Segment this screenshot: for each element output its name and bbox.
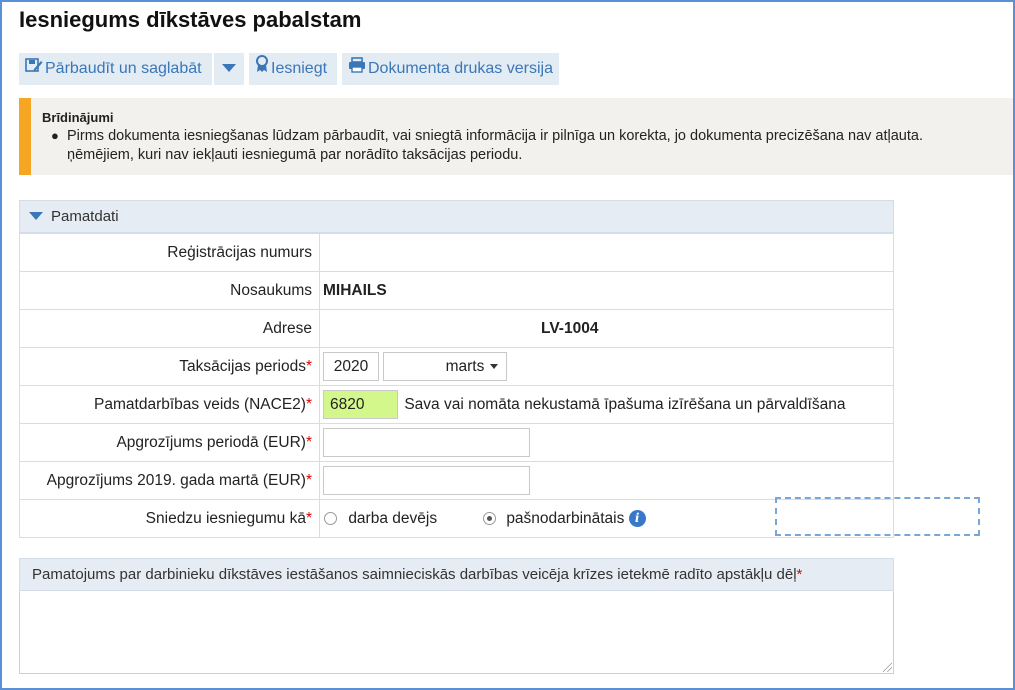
turnover-input[interactable] xyxy=(323,428,530,457)
name-label: Nosaukums xyxy=(19,271,320,310)
warning-line-1: Pirms dokumenta iesniegšanas lūdzam pārb… xyxy=(67,128,923,144)
radio-self-employed[interactable]: pašnodarbinātais i xyxy=(483,510,646,528)
turnover-label: Apgrozījums periodā (EUR) xyxy=(116,433,306,451)
form-row-nace: Pamatdarbības veids (NACE2)* 6820 Sava v… xyxy=(19,385,894,424)
basic-data-form: Reģistrācijas numurs Nosaukums MIHAILS A… xyxy=(19,233,980,538)
application-window: Iesniegums dīkstāves pabalstam Pārbaudīt… xyxy=(0,0,1015,690)
dropdown-arrow-icon xyxy=(490,364,499,370)
justification-section: Pamatojums par darbinieku dīkstāves iest… xyxy=(19,558,894,674)
print-version-button[interactable]: Dokumenta drukas versija xyxy=(342,53,559,85)
turnover-label-cell: Apgrozījums periodā (EUR)* xyxy=(19,423,320,462)
award-ribbon-icon xyxy=(255,53,269,85)
form-row-submitter: Sniedzu iesniegumu kā* darba devējs pašn… xyxy=(19,497,980,538)
resize-grip-icon[interactable] xyxy=(883,663,892,672)
period-month-select[interactable]: marts xyxy=(383,352,508,381)
form-row-turnover: Apgrozījums periodā (EUR)* xyxy=(19,423,894,462)
period-label: Taksācijas periods xyxy=(179,357,306,375)
nace-code-input[interactable]: 6820 xyxy=(323,390,398,419)
check-and-save-button[interactable]: Pārbaudīt un saglabāt xyxy=(19,53,212,85)
basic-data-section: Pamatdati Reģistrācijas numurs Nosaukums… xyxy=(19,200,980,538)
warning-bullet: ● xyxy=(51,128,59,143)
turnover-2019-input[interactable] xyxy=(323,466,530,495)
printer-icon xyxy=(348,53,366,85)
registration-value xyxy=(319,233,894,272)
period-month-value: marts xyxy=(445,358,485,375)
required-marker: * xyxy=(796,566,803,583)
submit-button[interactable]: Iesniegt xyxy=(249,53,337,85)
focus-outline xyxy=(775,497,980,536)
form-row-address: Adrese LV-1004 xyxy=(19,309,894,348)
justification-header: Pamatojums par darbinieku dīkstāves iest… xyxy=(19,558,894,591)
collapse-triangle-icon xyxy=(29,212,43,221)
basic-data-title: Pamatdati xyxy=(51,208,119,225)
justification-textarea[interactable] xyxy=(19,591,894,674)
radio-employer-circle[interactable] xyxy=(324,512,337,526)
turnover-2019-label-cell: Apgrozījums 2019. gada martā (EUR)* xyxy=(19,461,320,500)
warning-line-2: ņēmējiem, kuri nav iekļauti iesniegumā p… xyxy=(67,147,523,163)
chevron-down-icon xyxy=(221,60,237,77)
justification-label: Pamatojums par darbinieku dīkstāves iest… xyxy=(32,566,797,583)
basic-data-header[interactable]: Pamatdati xyxy=(19,200,894,233)
required-marker: * xyxy=(305,395,312,413)
nace-description: Sava vai nomāta nekustamā īpašuma izīrēš… xyxy=(404,395,846,413)
warning-text: Pirms dokumenta iesniegšanas lūdzam pārb… xyxy=(67,127,923,165)
submitter-label: Sniedzu iesniegumu kā xyxy=(145,509,306,527)
nace-label-cell: Pamatdarbības veids (NACE2)* xyxy=(19,385,320,424)
address-label: Adrese xyxy=(19,309,320,348)
warning-title: Brīdinājumi xyxy=(42,110,114,125)
form-row-period: Taksācijas periods* 2020 marts xyxy=(19,347,894,386)
save-edit-icon xyxy=(25,53,43,85)
required-marker: * xyxy=(305,509,312,527)
form-row-name: Nosaukums MIHAILS xyxy=(19,271,894,310)
required-marker: * xyxy=(305,471,312,489)
period-label-cell: Taksācijas periods* xyxy=(19,347,320,386)
registration-label: Reģistrācijas numurs xyxy=(19,233,320,272)
required-marker: * xyxy=(305,433,312,451)
radio-self-employed-circle[interactable] xyxy=(483,512,496,526)
address-value: LV-1004 xyxy=(319,309,894,348)
info-icon[interactable]: i xyxy=(628,510,646,528)
warning-box: Brīdinājumi ● Pirms dokumenta iesniegšan… xyxy=(19,98,1013,175)
check-and-save-label: Pārbaudīt un saglabāt xyxy=(45,60,202,78)
form-row-registration: Reģistrācijas numurs xyxy=(19,233,894,272)
submit-label: Iesniegt xyxy=(271,60,328,78)
radio-employer[interactable]: darba devējs xyxy=(324,510,437,528)
save-options-dropdown-button[interactable] xyxy=(214,53,244,85)
name-value: MIHAILS xyxy=(319,271,894,310)
radio-self-employed-label: pašnodarbinātais xyxy=(506,510,625,527)
page-title: Iesniegums dīkstāves pabalstam xyxy=(19,7,362,32)
print-version-label: Dokumenta drukas versija xyxy=(368,60,553,78)
period-year-select[interactable]: 2020 xyxy=(323,352,379,381)
radio-employer-label: darba devējs xyxy=(348,510,438,527)
form-row-turnover-2019: Apgrozījums 2019. gada martā (EUR)* xyxy=(19,461,894,500)
turnover-2019-label: Apgrozījums 2019. gada martā (EUR) xyxy=(46,471,306,489)
required-marker: * xyxy=(305,357,312,375)
nace-label: Pamatdarbības veids (NACE2) xyxy=(94,395,306,413)
submitter-label-cell: Sniedzu iesniegumu kā* xyxy=(19,499,320,538)
